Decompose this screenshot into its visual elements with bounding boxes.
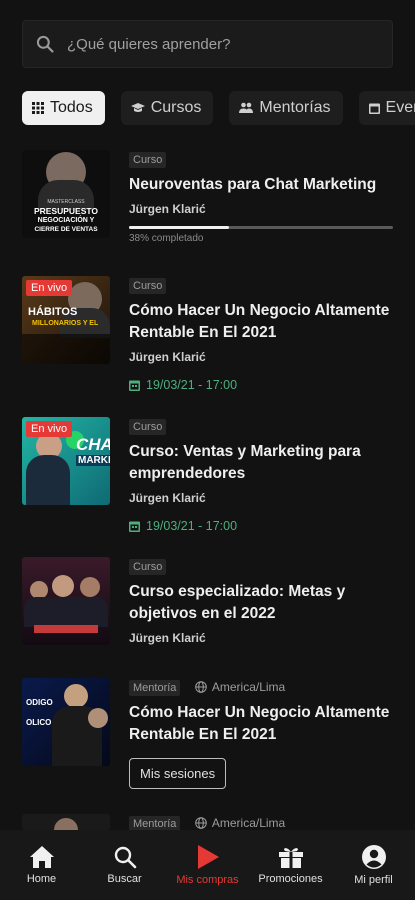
event-date: 19/03/21 - 17:00 [129, 378, 393, 392]
nav-label: Mi perfil [354, 874, 393, 886]
filter-label: Todos [50, 99, 93, 116]
search-icon [114, 846, 136, 869]
item-info: Curso Curso: Ventas y Marketing para emp… [129, 417, 393, 533]
course-thumbnail: MASTERCLASS PRESUPUESTO NEGOCIACIÓN Y CI… [22, 150, 110, 238]
home-icon [29, 846, 54, 868]
nav-buscar[interactable]: Buscar [85, 845, 165, 885]
filter-cursos[interactable]: Cursos [120, 91, 214, 125]
thumbnail-text: NEGOCIACIÓN Y [37, 217, 95, 224]
item-info: Curso Curso especializado: Metas y objet… [129, 557, 393, 645]
progress-fill [129, 226, 230, 229]
item-title: Cómo Hacer Un Negocio Altamente Rentable… [129, 704, 390, 743]
people-icon [239, 102, 254, 113]
nav-promociones[interactable]: Promociones [251, 845, 331, 885]
filter-eventos[interactable]: Eventos [358, 91, 415, 125]
thumbnail-text: MARKE [76, 455, 110, 466]
nav-label: Promociones [258, 873, 323, 885]
item-info: Curso Cómo Hacer Un Negocio Altamente Re… [129, 276, 393, 392]
thumbnail-text: CIERRE DE VENTAS [34, 226, 98, 233]
timezone-text: America/Lima [211, 815, 286, 830]
timezone-text: America/Lima [211, 679, 286, 694]
course-thumbnail [22, 557, 110, 645]
progress-text: 38% completado [129, 233, 204, 244]
filter-label: Cursos [150, 99, 202, 116]
filter-todos[interactable]: Todos [22, 91, 105, 125]
bottom-nav: Home Buscar Mis compras Promociones Mi p… [0, 830, 415, 900]
item-author: Jürgen Klarić [129, 491, 206, 505]
gift-icon [278, 848, 303, 868]
item-info: Curso Neuroventas para Chat Marketing Jü… [129, 150, 393, 244]
nav-label: Mis compras [176, 874, 239, 886]
search-bar[interactable] [22, 20, 393, 68]
timezone: America/Lima [195, 680, 285, 694]
globe-icon [195, 680, 207, 693]
nav-label: Buscar [107, 873, 142, 885]
live-badge: En vivo [26, 421, 73, 437]
item-info: Mentoría America/Lima Cómo Hacer Un Nego… [129, 678, 393, 789]
type-tag: Curso [129, 559, 167, 575]
grid-icon [32, 102, 44, 114]
calendar-icon [129, 380, 140, 391]
nav-label: Home [26, 873, 57, 885]
item-title: Cómo Hacer Un Negocio Altamente Rentable… [129, 302, 390, 341]
thumbnail-text: OLICO [26, 718, 52, 727]
nav-mi-perfil[interactable]: Mi perfil [334, 844, 414, 886]
calendar-icon [368, 103, 380, 114]
item-author: Jürgen Klarić [129, 631, 206, 645]
progress-bar [129, 226, 393, 229]
thumbnail-text: MILLONARIOS Y EL [32, 320, 99, 327]
thumbnail-text: PRESUPUESTO [33, 206, 99, 216]
thumbnail-text: ODIGO [26, 698, 53, 707]
profile-icon [361, 845, 386, 869]
type-tag: Curso [129, 152, 167, 168]
thumbnail-text: CHA [76, 435, 110, 454]
search-icon [36, 35, 54, 53]
nav-home[interactable]: Home [2, 845, 82, 885]
thumbnail-text: HÁBITOS [28, 306, 78, 318]
course-thumbnail: HÁBITOS MILLONARIOS Y EL En vivo [22, 276, 110, 364]
nav-mis-compras[interactable]: Mis compras [168, 844, 248, 886]
filter-mentorias[interactable]: Mentorías [229, 91, 343, 125]
item-author: Jürgen Klarić [129, 350, 206, 364]
mentoria-thumbnail [22, 814, 110, 830]
type-tag: Curso [129, 419, 167, 435]
item-title: Curso: Ventas y Marketing para emprended… [129, 443, 361, 482]
play-icon [197, 845, 219, 869]
filter-label: Eventos [385, 99, 415, 116]
item-title: Curso especializado: Metas y objetivos e… [129, 583, 346, 622]
type-tag: Mentoría [129, 680, 181, 696]
timezone: America/Lima [195, 816, 285, 830]
date-text: 19/03/21 - 17:00 [146, 519, 238, 533]
filter-chips: Todos Cursos Mentorías Eventos [22, 91, 415, 125]
course-thumbnail: CHA MARKE En vivo [22, 417, 110, 505]
my-sessions-button[interactable]: Mis sesiones [129, 758, 227, 789]
live-badge: En vivo [26, 280, 73, 296]
type-tag: Curso [129, 278, 167, 294]
item-author: Jürgen Klarić [129, 202, 206, 216]
search-input[interactable] [67, 35, 367, 53]
calendar-icon [129, 521, 140, 532]
globe-icon [195, 816, 207, 829]
filter-label: Mentorías [259, 99, 331, 116]
date-text: 19/03/21 - 17:00 [146, 378, 238, 392]
mentoria-thumbnail: ODIGO OLICO [22, 678, 110, 766]
event-date: 19/03/21 - 17:00 [129, 519, 393, 533]
item-title: Neuroventas para Chat Marketing [129, 176, 377, 193]
graduation-cap-icon [130, 103, 145, 112]
